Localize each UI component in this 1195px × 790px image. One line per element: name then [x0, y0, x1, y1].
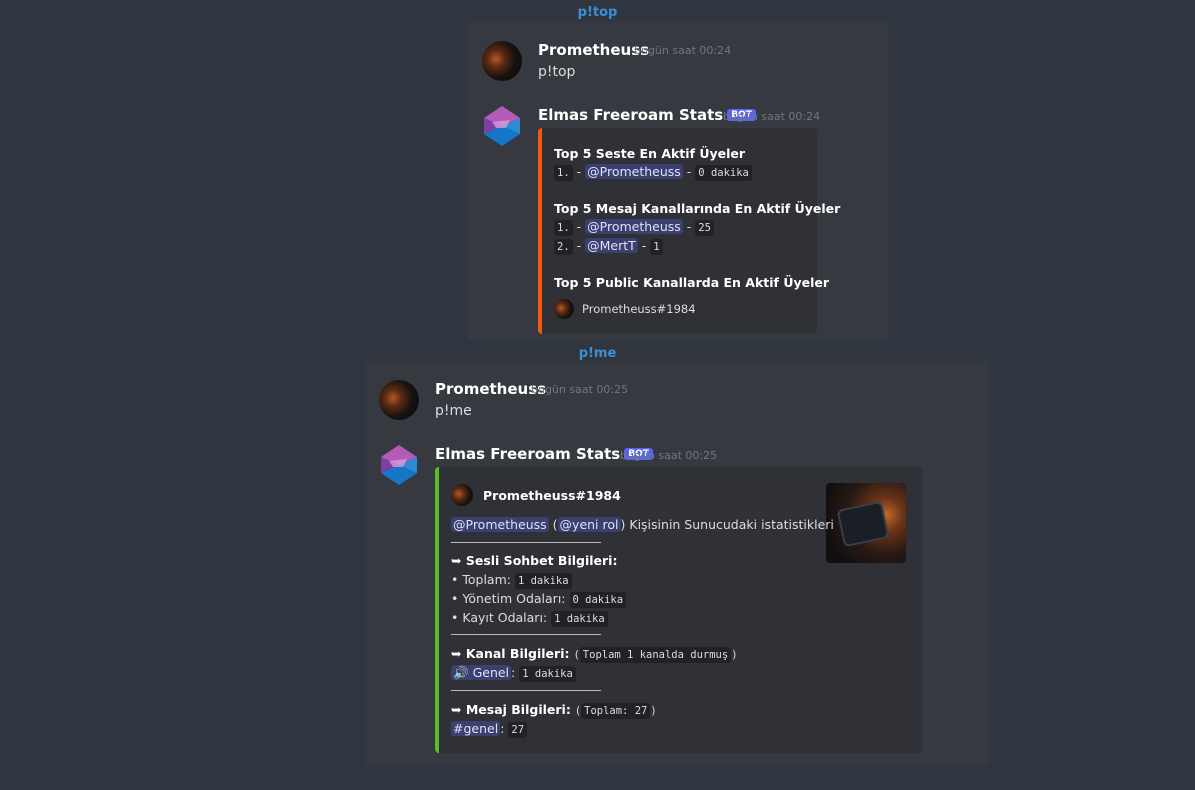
- voice-item: • Kayıt Odaları: 1 dakika: [451, 610, 608, 627]
- item-label: Toplam:: [462, 572, 511, 587]
- field-title: ➥ Mesaj Bilgileri: (Toplam: 27): [451, 702, 657, 719]
- message-panel-me: Prometheuss bugün saat 00:25 p!me Elmas …: [365, 362, 989, 764]
- username[interactable]: Prometheuss: [538, 41, 649, 59]
- value: 25: [695, 220, 714, 236]
- timestamp: bugün saat 00:24: [634, 44, 732, 57]
- paren-close: ): [620, 517, 626, 532]
- separator: -: [576, 219, 582, 234]
- author-avatar: [451, 484, 473, 506]
- text-channel-row: #genel: 27: [451, 721, 528, 738]
- user-avatar[interactable]: [482, 41, 522, 81]
- embed-row: 2. - @MertT - 1: [554, 238, 663, 255]
- bullet: •: [451, 572, 459, 587]
- message-title: Mesaj Bilgileri:: [465, 702, 571, 717]
- arrow-icon: ➥: [451, 553, 462, 568]
- speaker-icon: 🔊: [453, 665, 469, 680]
- channel-value: 1 dakika: [519, 666, 576, 682]
- divider: [451, 542, 601, 543]
- separator: -: [576, 164, 582, 179]
- user-avatar[interactable]: [379, 380, 419, 420]
- embed-description: @Prometheuss (@yeni rol) Kişisinin Sunuc…: [451, 517, 834, 532]
- bot-avatar[interactable]: [482, 106, 522, 146]
- value: 0 dakika: [695, 165, 752, 181]
- divider: [451, 634, 601, 635]
- separator: -: [686, 219, 692, 234]
- paren-open: (: [552, 517, 558, 532]
- footer-avatar: [554, 299, 574, 319]
- voice-channel-mention[interactable]: 🔊 Genel: [451, 665, 512, 680]
- bot-avatar[interactable]: [379, 445, 419, 485]
- item-value: 1 dakika: [551, 611, 608, 627]
- divider: [451, 690, 601, 691]
- user-mention[interactable]: @Prometheuss: [451, 517, 549, 532]
- diamond-logo-icon: [381, 445, 417, 485]
- profile-embed: Prometheuss#1984 @Prometheuss (@yeni rol…: [435, 467, 922, 753]
- text-channel-mention[interactable]: #genel: [451, 721, 501, 736]
- rank: 2.: [554, 239, 573, 255]
- field-title: ➥ Sesli Sohbet Bilgileri:: [451, 553, 617, 568]
- channel-name: Genel: [472, 665, 510, 680]
- user-mention[interactable]: @Prometheuss: [585, 164, 683, 179]
- arrow-icon: ➥: [451, 702, 462, 717]
- embed-footer: Prometheuss#1984: [582, 302, 696, 316]
- timestamp: bugün saat 00:24: [723, 110, 821, 123]
- bullet: •: [451, 591, 459, 606]
- rank: 1.: [554, 165, 573, 181]
- arrow-icon: ➥: [451, 646, 462, 661]
- embed-author[interactable]: Prometheuss#1984: [483, 488, 621, 503]
- hash-icon: #: [453, 721, 464, 736]
- voice-channel-row: 🔊 Genel: 1 dakika: [451, 665, 576, 682]
- diamond-logo-icon: [484, 106, 520, 146]
- value: 1: [650, 239, 663, 255]
- embed-accent-bar: [538, 128, 542, 334]
- voice-title: Sesli Sohbet Bilgileri:: [465, 553, 618, 568]
- message-text: p!top: [538, 64, 576, 80]
- voice-item: • Yönetim Odaları: 0 dakika: [451, 591, 627, 608]
- item-value: 0 dakika: [569, 592, 627, 608]
- stats-embed: Top 5 Seste En Aktif Üyeler 1. - @Promet…: [538, 128, 840, 334]
- colon: :: [500, 721, 505, 736]
- channel-title: Kanal Bilgileri:: [465, 646, 570, 661]
- bot-name: Elmas Freeroam Stats: [538, 106, 724, 124]
- command-caption-top: p!top: [577, 5, 618, 20]
- separator: -: [641, 238, 647, 253]
- embed-accent-bar: [435, 467, 439, 753]
- description-text: Kişisinin Sunucudaki istatistikleri: [629, 517, 834, 532]
- embed-row: 1. - @Prometheuss - 25: [554, 219, 714, 236]
- rank: 1.: [554, 220, 573, 236]
- role-mention[interactable]: @yeni rol: [557, 517, 621, 532]
- text-value: 27: [508, 722, 528, 738]
- timestamp: bugün saat 00:25: [531, 383, 629, 396]
- embed-field-title: Top 5 Mesaj Kanallarında En Aktif Üyeler: [554, 201, 841, 216]
- user-mention[interactable]: @Prometheuss: [585, 219, 683, 234]
- user-mention[interactable]: @MertT: [585, 238, 638, 253]
- username[interactable]: Prometheuss: [435, 380, 546, 398]
- item-value: 1 dakika: [514, 573, 572, 589]
- embed-row: 1. - @Prometheuss - 0 dakika: [554, 164, 752, 181]
- message-text: p!me: [435, 403, 472, 419]
- item-label: Yönetim Odaları:: [462, 591, 566, 606]
- colon: :: [511, 665, 516, 680]
- bullet: •: [451, 610, 459, 625]
- message-panel-top: Prometheuss bugün saat 00:24 p!top Elmas…: [468, 22, 888, 340]
- timestamp: bugün saat 00:25: [620, 449, 718, 462]
- voice-item: • Toplam: 1 dakika: [451, 572, 572, 589]
- item-label: Kayıt Odaları:: [462, 610, 548, 625]
- field-title: ➥ Kanal Bilgileri: (Toplam 1 kanalda dur…: [451, 646, 738, 663]
- bot-name: Elmas Freeroam Stats: [435, 445, 621, 463]
- separator: -: [686, 164, 692, 179]
- embed-field-title: Top 5 Seste En Aktif Üyeler: [554, 146, 746, 161]
- separator: -: [576, 238, 582, 253]
- message-note: Toplam: 27: [581, 703, 651, 719]
- command-caption-me: p!me: [578, 346, 617, 361]
- embed-field-title: Top 5 Public Kanallarda En Aktif Üyeler: [554, 275, 830, 290]
- channel-name: genel: [463, 721, 499, 736]
- embed-thumbnail[interactable]: [826, 483, 906, 563]
- channel-note: Toplam 1 kanalda durmuş: [579, 647, 732, 663]
